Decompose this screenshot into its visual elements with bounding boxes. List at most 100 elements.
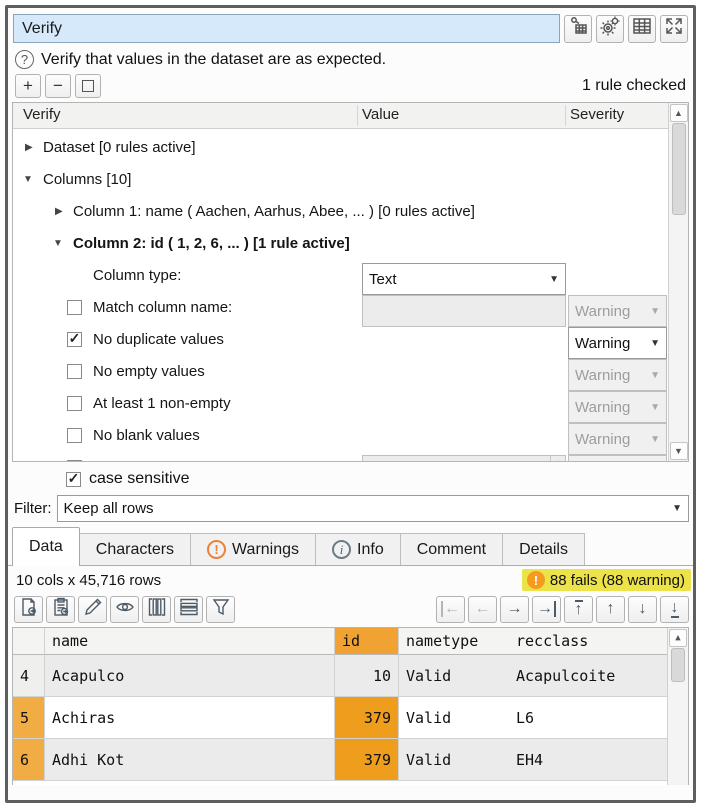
tree-row-columns-group[interactable]: ▼ Columns [10] bbox=[13, 165, 668, 197]
help-question-icon[interactable]: ? bbox=[15, 50, 34, 69]
warning-filled-icon: ! bbox=[527, 571, 545, 589]
duplicate-severity-dropdown[interactable]: Warning ▼ bbox=[568, 327, 667, 359]
last-column-icon: → bbox=[537, 601, 556, 617]
cell-name[interactable]: Adhi Kot bbox=[45, 739, 335, 781]
cell-nametype[interactable]: Valid bbox=[399, 655, 509, 697]
chevron-down-icon: ▼ bbox=[650, 402, 660, 413]
row-header-highlighted[interactable]: 6 bbox=[13, 739, 45, 781]
cell-name[interactable]: Acapulco bbox=[45, 655, 335, 697]
chevron-right-icon[interactable]: ▶ bbox=[25, 142, 33, 153]
chevron-right-icon[interactable]: ▶ bbox=[55, 206, 63, 217]
filter-button[interactable] bbox=[206, 596, 235, 623]
last-column-button[interactable]: → bbox=[532, 596, 561, 623]
tab-comment[interactable]: Comment bbox=[400, 533, 503, 565]
table-view-button[interactable] bbox=[628, 15, 656, 43]
prev-column-button[interactable]: ← bbox=[468, 596, 497, 623]
column-header-verify[interactable]: Verify bbox=[23, 106, 61, 123]
spinner-arrows-icon[interactable]: ▲ bbox=[550, 456, 565, 461]
cell-recclass[interactable]: L6 bbox=[509, 697, 667, 739]
case-sensitive-row: case sensitive bbox=[8, 462, 693, 494]
view-button[interactable] bbox=[110, 596, 139, 623]
clear-rules-button[interactable] bbox=[75, 74, 101, 98]
first-row-button[interactable]: ↑ bbox=[564, 596, 593, 623]
min-chars-severity-dropdown[interactable]: Warning ▼ bbox=[568, 455, 667, 461]
row-header[interactable]: 4 bbox=[13, 655, 45, 697]
fails-badge[interactable]: ! 88 fails (88 warning) bbox=[522, 569, 691, 591]
tab-data[interactable]: Data bbox=[12, 527, 80, 566]
empty-severity-dropdown[interactable]: Warning ▼ bbox=[568, 359, 667, 391]
filter-dropdown[interactable]: Keep all rows ▼ bbox=[57, 495, 690, 522]
grid-scrollbar[interactable]: ▲ bbox=[667, 628, 688, 785]
transform-title-input[interactable]: Verify bbox=[13, 14, 560, 43]
minimum-characters-checkbox[interactable] bbox=[67, 460, 82, 461]
tree-scroll-thumb[interactable] bbox=[672, 123, 686, 215]
next-column-button[interactable]: → bbox=[500, 596, 529, 623]
edit-button[interactable] bbox=[78, 596, 107, 623]
next-row-button[interactable]: ↓ bbox=[628, 596, 657, 623]
paste-clipboard-button[interactable] bbox=[46, 596, 75, 623]
no-duplicate-values-checkbox[interactable] bbox=[67, 332, 82, 347]
cell-id-highlighted[interactable]: 379 bbox=[335, 739, 399, 781]
tab-characters[interactable]: Characters bbox=[79, 533, 191, 565]
cell-recclass[interactable]: EH4 bbox=[509, 739, 667, 781]
cell-nametype[interactable]: Valid bbox=[399, 697, 509, 739]
cell-id[interactable]: 10 bbox=[335, 655, 399, 697]
column-type-dropdown[interactable]: Text ▼ bbox=[362, 263, 566, 295]
tab-details[interactable]: Details bbox=[502, 533, 585, 565]
table-row[interactable]: 5 Achiras 379 Valid L6 bbox=[13, 697, 667, 739]
at-least-one-severity-dropdown[interactable]: Warning ▼ bbox=[568, 391, 667, 423]
cell-recclass[interactable]: Acapulcoite bbox=[509, 655, 667, 697]
tree-scrollbar[interactable]: ▲ ▼ bbox=[668, 103, 688, 461]
prev-row-button[interactable]: ↑ bbox=[596, 596, 625, 623]
link-table-button[interactable] bbox=[564, 15, 592, 43]
corner-cell[interactable] bbox=[13, 628, 45, 655]
cell-name[interactable]: Achiras bbox=[45, 697, 335, 739]
chevron-down-icon[interactable]: ▼ bbox=[53, 238, 63, 249]
match-column-name-input[interactable] bbox=[362, 295, 566, 327]
cell-nametype[interactable]: Valid bbox=[399, 739, 509, 781]
grid-header-nametype[interactable]: nametype bbox=[399, 628, 509, 655]
rows-button[interactable] bbox=[174, 596, 203, 623]
column-type-label: Column type: bbox=[93, 267, 181, 284]
expand-rules-button[interactable]: + bbox=[15, 74, 41, 98]
tab-info[interactable]: i Info bbox=[315, 533, 401, 565]
tab-warnings[interactable]: ! Warnings bbox=[190, 533, 316, 565]
tree-row-dataset[interactable]: ▶ Dataset [0 rules active] bbox=[13, 133, 668, 165]
scroll-down-icon[interactable]: ▼ bbox=[670, 442, 688, 460]
copy-file-button[interactable] bbox=[14, 596, 43, 623]
minimum-characters-spinbox[interactable]: 1 ▲ bbox=[362, 455, 566, 461]
grid-header-name[interactable]: name bbox=[45, 628, 335, 655]
last-row-button[interactable]: ↓ bbox=[660, 596, 689, 623]
grid-header-id-highlighted[interactable]: id bbox=[335, 628, 399, 655]
table-row[interactable]: 4 Acapulco 10 Valid Acapulcoite bbox=[13, 655, 667, 697]
no-blank-values-checkbox[interactable] bbox=[67, 428, 82, 443]
chevron-down-icon[interactable]: ▼ bbox=[23, 174, 33, 185]
match-column-name-checkbox[interactable] bbox=[67, 300, 82, 315]
case-sensitive-checkbox[interactable] bbox=[66, 472, 81, 487]
header-divider bbox=[565, 105, 566, 126]
scroll-up-icon[interactable]: ▲ bbox=[670, 104, 688, 122]
row-header-highlighted[interactable]: 5 bbox=[13, 697, 45, 739]
column-header-severity[interactable]: Severity bbox=[570, 106, 624, 123]
columns-button[interactable] bbox=[142, 596, 171, 623]
grid-scroll-thumb[interactable] bbox=[671, 648, 685, 682]
settings-button[interactable] bbox=[596, 15, 624, 43]
first-column-button[interactable]: ← bbox=[436, 596, 465, 623]
tree-row-column2[interactable]: ▼ Column 2: id ( 1, 2, 6, ... ) [1 rule … bbox=[13, 229, 668, 261]
scroll-up-icon[interactable]: ▲ bbox=[669, 629, 687, 647]
severity-value: Warning bbox=[575, 399, 650, 416]
title-text: Verify bbox=[22, 20, 62, 38]
grid-header-recclass[interactable]: recclass bbox=[509, 628, 667, 655]
blank-severity-dropdown[interactable]: Warning ▼ bbox=[568, 423, 667, 455]
column-type-value: Text bbox=[369, 271, 549, 288]
collapse-rules-button[interactable]: − bbox=[45, 74, 71, 98]
tree-row-column1[interactable]: ▶ Column 1: name ( Aachen, Aarhus, Abee,… bbox=[13, 197, 668, 229]
match-severity-dropdown[interactable]: Warning ▼ bbox=[568, 295, 667, 327]
cell-id-highlighted[interactable]: 379 bbox=[335, 697, 399, 739]
no-empty-values-checkbox[interactable] bbox=[67, 364, 82, 379]
settings-gears-icon bbox=[600, 16, 620, 41]
at-least-one-checkbox[interactable] bbox=[67, 396, 82, 411]
column-header-value[interactable]: Value bbox=[362, 106, 399, 123]
table-row[interactable]: 6 Adhi Kot 379 Valid EH4 bbox=[13, 739, 667, 781]
expand-button[interactable] bbox=[660, 15, 688, 43]
